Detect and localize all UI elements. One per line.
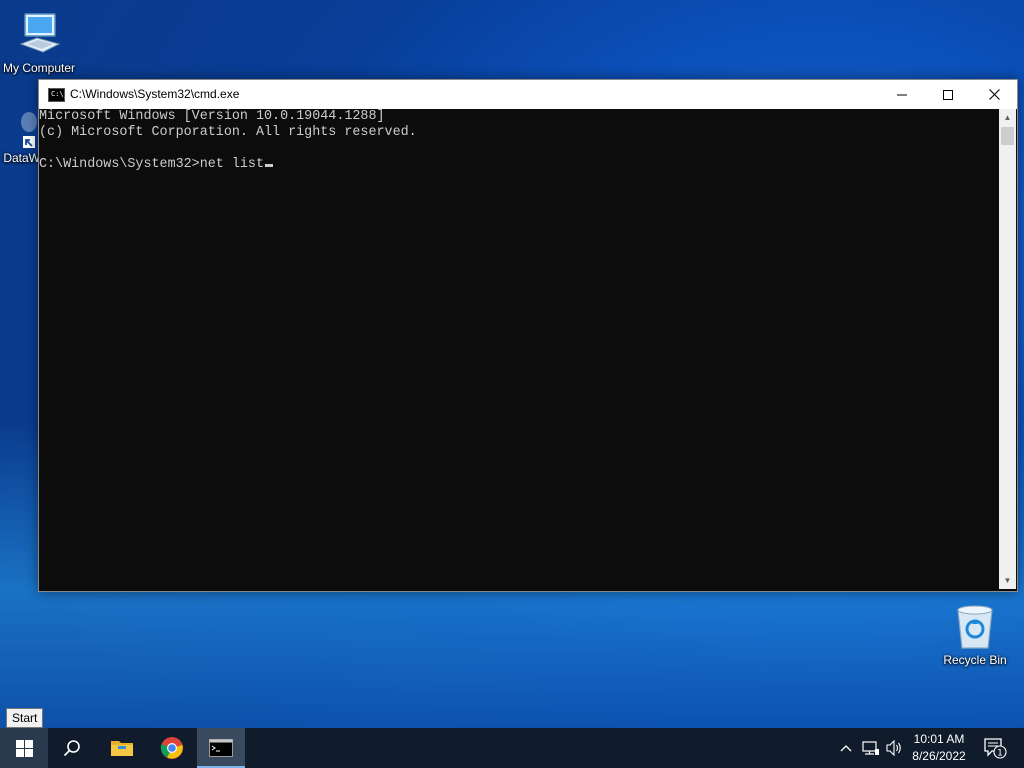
- action-center-button[interactable]: 1: [978, 728, 1012, 768]
- maximize-icon: [943, 89, 953, 100]
- console-output[interactable]: Microsoft Windows [Version 10.0.19044.12…: [39, 109, 999, 589]
- start-button[interactable]: [0, 728, 48, 768]
- taskbar: 10:01 AM 8/26/2022 1: [0, 728, 1024, 768]
- command-input-text: C:\Windows\System32>net list: [39, 157, 264, 172]
- desktop-icon-label: My Computer: [2, 61, 76, 75]
- window-title: C:\Windows\System32\cmd.exe: [70, 87, 240, 101]
- notification-icon: 1: [984, 738, 1007, 759]
- chevron-up-icon: [840, 745, 852, 752]
- window-titlebar[interactable]: C:\_ C:\Windows\System32\cmd.exe: [39, 80, 1017, 109]
- scroll-up-button[interactable]: ▲: [999, 109, 1016, 126]
- taskbar-clock[interactable]: 10:01 AM 8/26/2022: [908, 731, 970, 765]
- command-prompt-line[interactable]: C:\Windows\System32>net list: [39, 157, 999, 173]
- network-button[interactable]: [860, 728, 882, 768]
- close-button[interactable]: [971, 80, 1017, 109]
- cmd-icon: C:\_: [48, 88, 68, 102]
- file-explorer-icon: [111, 741, 133, 756]
- scroll-down-button[interactable]: ▼: [999, 572, 1016, 589]
- computer-icon: [19, 13, 61, 53]
- desktop-icon-recycle-bin[interactable]: Recycle Bin: [937, 602, 1013, 667]
- vertical-scrollbar[interactable]: ▲ ▼: [999, 109, 1016, 589]
- console-line: Microsoft Windows [Version 10.0.19044.12…: [39, 109, 385, 124]
- show-hidden-icons-button[interactable]: [836, 728, 856, 768]
- cmd-icon-text: C:\_: [51, 90, 68, 98]
- maximize-button[interactable]: [925, 80, 971, 109]
- clock-time: 10:01 AM: [913, 732, 965, 746]
- cmd-icon: [209, 739, 233, 757]
- file-explorer-button[interactable]: [98, 728, 146, 768]
- chevron-up-icon: ▲: [1003, 113, 1012, 122]
- chrome-icon: [160, 737, 183, 759]
- clock-date: 8/26/2022: [912, 749, 966, 763]
- notification-count: 1: [997, 749, 1003, 759]
- text-cursor: [265, 164, 273, 167]
- chevron-down-icon: ▼: [1003, 576, 1012, 585]
- minimize-icon: [897, 94, 907, 95]
- close-icon: [988, 89, 1000, 100]
- start-tooltip: Start: [6, 708, 44, 728]
- recycle-bin-icon: [957, 605, 993, 649]
- minimize-button[interactable]: [879, 80, 925, 109]
- network-icon: [862, 741, 879, 755]
- chrome-button[interactable]: [148, 728, 196, 768]
- search-icon: [63, 740, 80, 757]
- cmd-window[interactable]: C:\_ C:\Windows\System32\cmd.exe Microso…: [38, 79, 1018, 592]
- cmd-taskbar-button[interactable]: [197, 728, 245, 768]
- desktop-icon-label: DataW: [3, 151, 40, 165]
- search-button[interactable]: [48, 728, 96, 768]
- desktop-icon-label: Recycle Bin: [943, 653, 1007, 667]
- console-line: (c) Microsoft Corporation. All rights re…: [39, 125, 417, 140]
- windows-logo-icon: [15, 739, 33, 757]
- scroll-thumb[interactable]: [1001, 127, 1014, 145]
- volume-button[interactable]: [884, 728, 906, 768]
- volume-icon: [886, 740, 901, 756]
- desktop-icon-my-computer[interactable]: My Computer: [1, 10, 77, 75]
